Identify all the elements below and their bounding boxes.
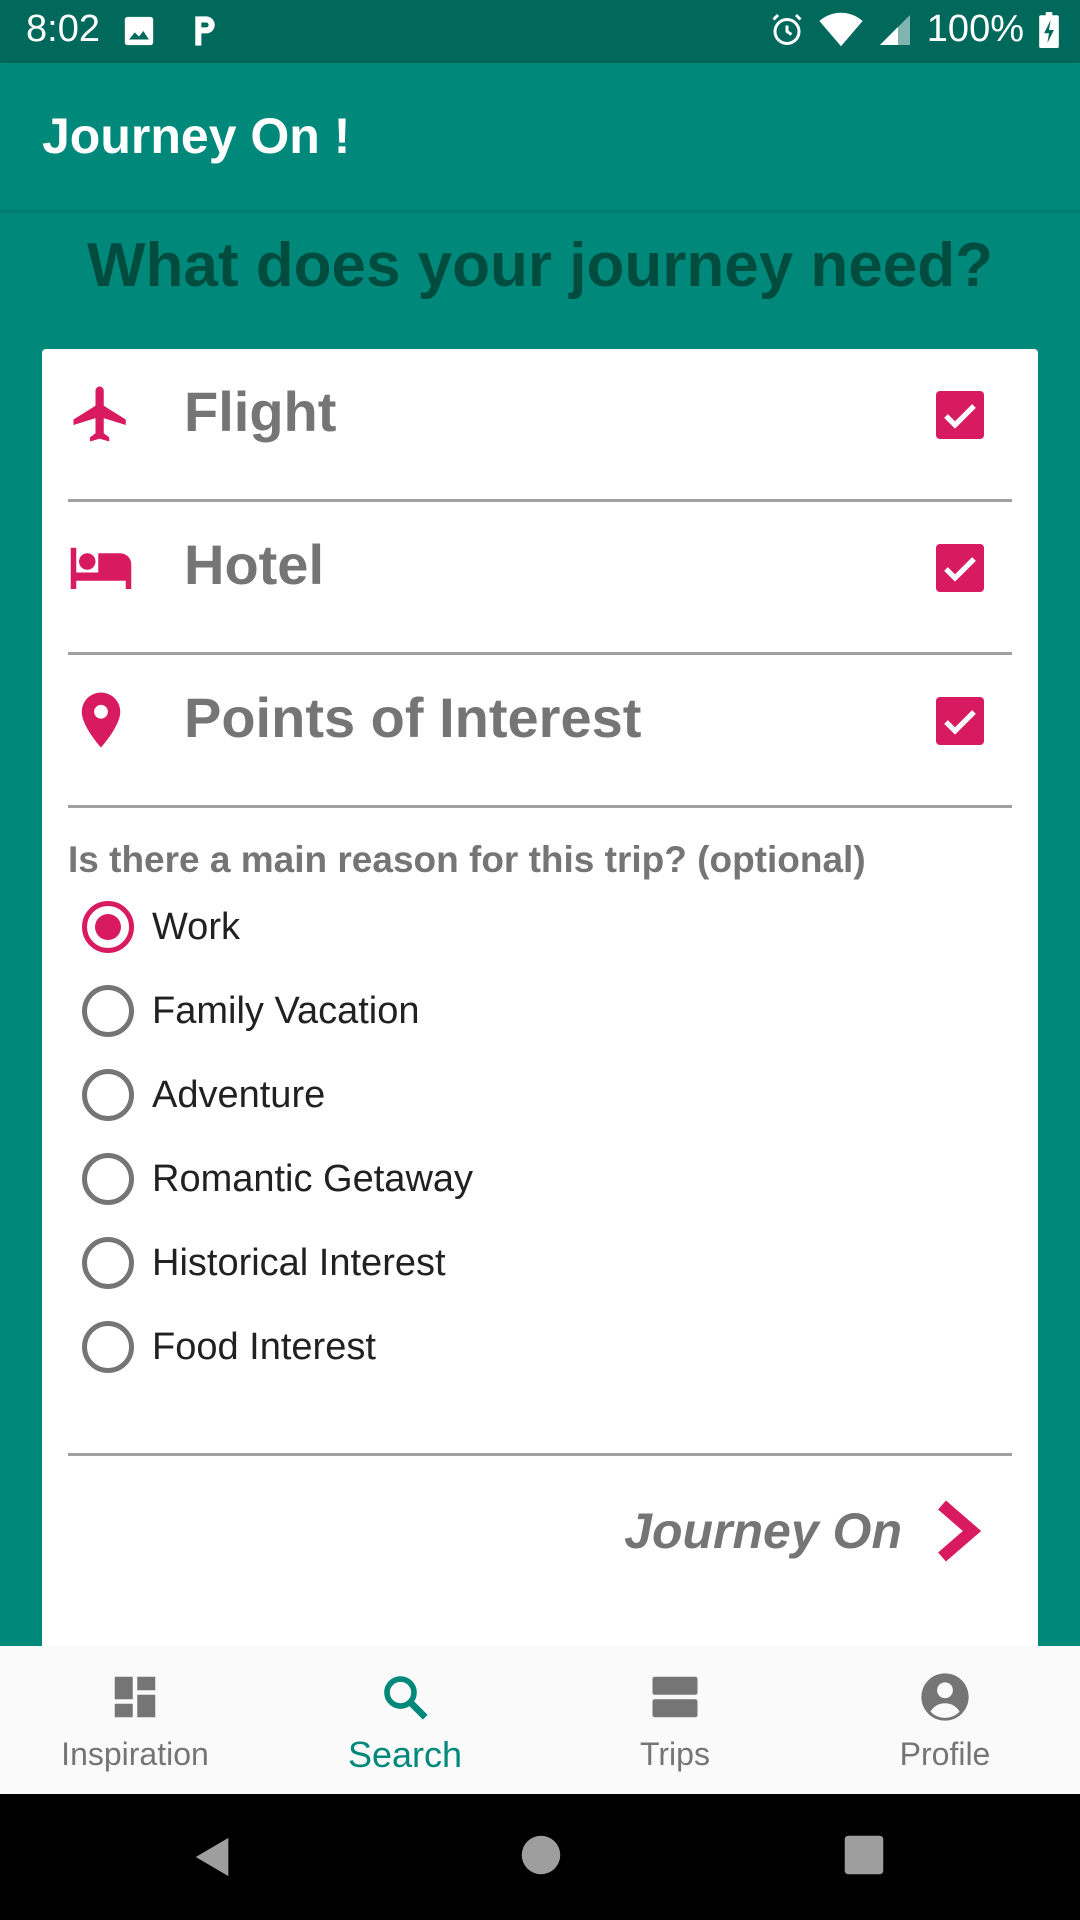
- app-title: Journey On !: [42, 108, 351, 164]
- flight-checkbox[interactable]: [936, 391, 984, 439]
- reason-option-romantic-getaway[interactable]: Romantic Getaway: [82, 1149, 473, 1209]
- nav-label: Search: [347, 1734, 463, 1775]
- reason-option-historical-interest[interactable]: Historical Interest: [82, 1233, 446, 1293]
- trips-icon: [652, 1676, 698, 1718]
- notification-icons: [122, 14, 220, 48]
- hotel-checkbox[interactable]: [936, 544, 984, 592]
- profile-icon: [921, 1673, 969, 1721]
- reason-option-work[interactable]: Work: [82, 897, 240, 957]
- chevron-right-icon: [938, 1500, 982, 1562]
- radio-label: Food Interest: [152, 1325, 376, 1368]
- system-navigation-bar: [0, 1794, 1080, 1920]
- radio-button[interactable]: [82, 901, 134, 953]
- radio-label: Family Vacation: [152, 989, 420, 1032]
- status-time: 8:02: [26, 8, 100, 50]
- nav-label: Profile: [899, 1736, 991, 1772]
- reason-option-adventure[interactable]: Adventure: [82, 1065, 325, 1125]
- points-of-interest-checkbox[interactable]: [936, 697, 984, 745]
- radio-button[interactable]: [82, 1321, 134, 1373]
- image-notification-icon: [124, 16, 154, 46]
- radio-label: Adventure: [152, 1073, 326, 1116]
- app-bar: Journey On !: [0, 63, 1080, 210]
- map-pin-icon: [81, 692, 121, 748]
- wifi-icon: [819, 12, 863, 46]
- radio-button[interactable]: [82, 1153, 134, 1205]
- overview-icon[interactable]: [843, 1834, 885, 1876]
- journey-on-label: Journey On: [624, 1503, 902, 1559]
- service-label: Hotel: [184, 533, 324, 596]
- search-icon: [384, 1676, 428, 1720]
- parking-notification-icon: [195, 16, 215, 46]
- checkmark-icon: [944, 710, 976, 735]
- dashboard-icon: [114, 1676, 156, 1718]
- nav-label: Trips: [640, 1736, 710, 1772]
- back-icon[interactable]: [190, 1834, 236, 1880]
- service-label: Points of Interest: [184, 686, 642, 749]
- service-row-flight[interactable]: Flight: [68, 349, 1012, 502]
- status-bar: 8:02 100%: [0, 0, 1080, 63]
- checkmark-icon: [944, 557, 976, 582]
- bottom-navigation: Inspiration Search Trips Profile: [0, 1646, 1080, 1794]
- alarm-icon: [772, 13, 802, 45]
- service-row-points-of-interest[interactable]: Points of Interest: [68, 655, 1012, 808]
- page-headline: What does your journey need?: [87, 231, 993, 300]
- radio-button[interactable]: [82, 1069, 134, 1121]
- nav-item-inspiration[interactable]: Inspiration: [0, 1646, 270, 1794]
- nav-label: Inspiration: [61, 1736, 209, 1772]
- reason-option-food-interest[interactable]: Food Interest: [82, 1317, 376, 1377]
- journey-options-card: Flight Hotel Points of Interest Is there…: [42, 349, 1038, 1649]
- battery-level: 100%: [926, 8, 1024, 50]
- cell-signal-icon: [879, 14, 910, 45]
- radio-button[interactable]: [82, 985, 134, 1037]
- journey-on-button[interactable]: Journey On: [624, 1499, 982, 1563]
- nav-item-profile[interactable]: Profile: [810, 1646, 1080, 1794]
- home-icon[interactable]: [520, 1834, 562, 1876]
- battery-charging-icon: [1039, 11, 1059, 48]
- nav-item-trips[interactable]: Trips: [540, 1646, 810, 1794]
- trip-reason-question: Is there a main reason for this trip? (o…: [68, 839, 866, 880]
- service-label: Flight: [184, 380, 337, 443]
- checkmark-icon: [944, 404, 976, 429]
- reason-option-family-vacation[interactable]: Family Vacation: [82, 981, 420, 1041]
- radio-label: Work: [152, 905, 240, 948]
- radio-label: Historical Interest: [152, 1241, 446, 1284]
- nav-item-search[interactable]: Search: [270, 1646, 540, 1794]
- radio-button[interactable]: [82, 1237, 134, 1289]
- service-row-hotel[interactable]: Hotel: [68, 502, 1012, 655]
- bed-icon: [70, 547, 132, 589]
- status-system-icons: 100%: [769, 8, 1060, 51]
- radio-label: Romantic Getaway: [152, 1157, 474, 1200]
- divider: [68, 1453, 1012, 1456]
- airplane-icon: [73, 386, 126, 442]
